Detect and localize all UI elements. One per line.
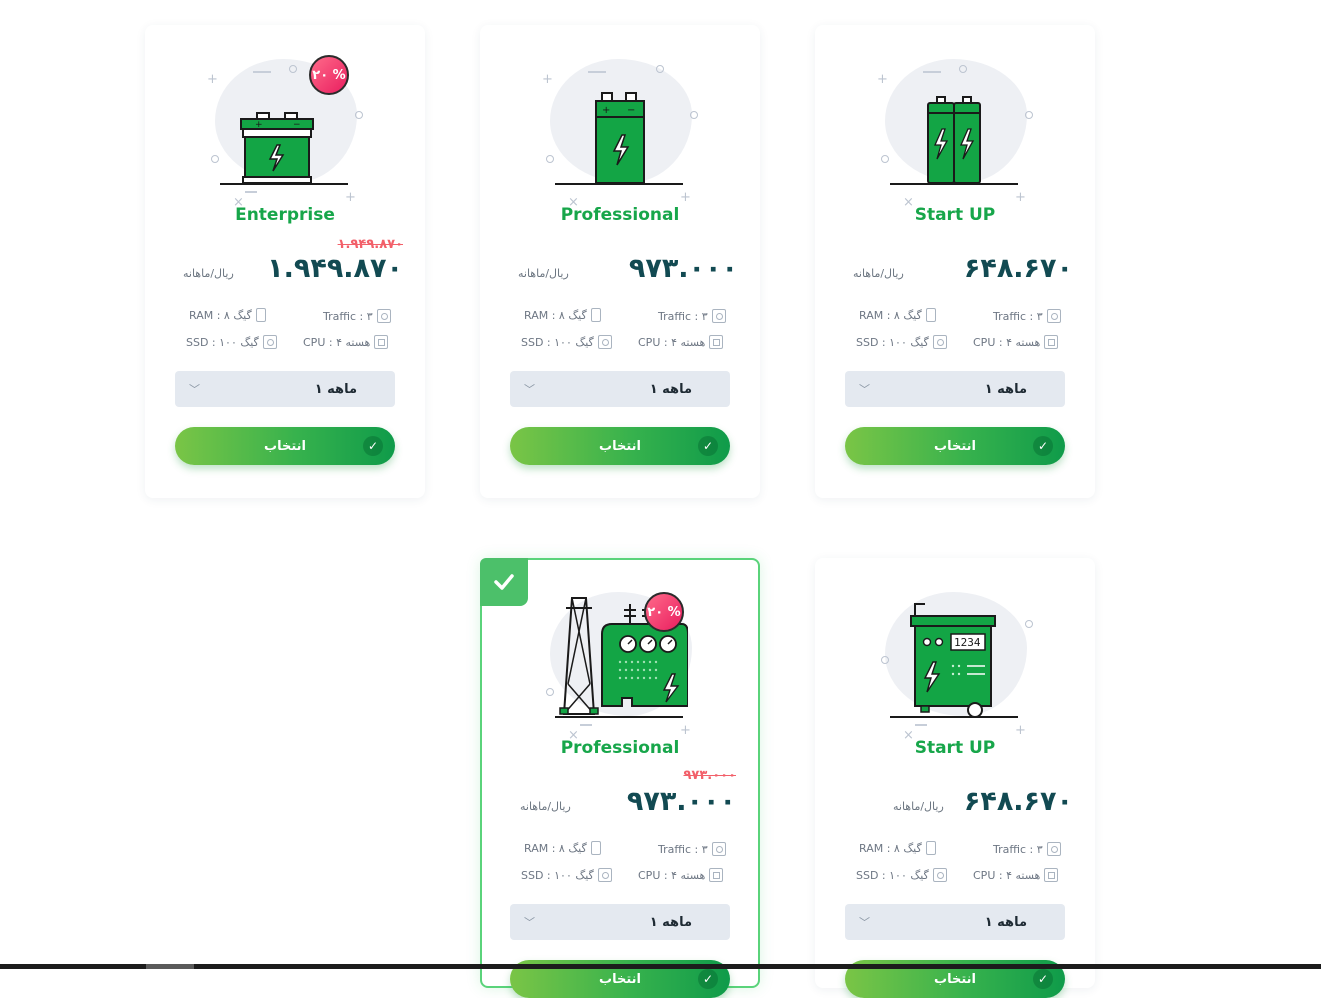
spec-ssd: SSD : گیگ ۱۰۰ <box>856 335 947 349</box>
ram-icon <box>255 308 266 322</box>
ram-icon <box>925 841 936 855</box>
chevron-down-icon: ﹀ <box>524 916 535 929</box>
ssd-icon <box>932 335 947 349</box>
selected-check-icon <box>480 558 528 606</box>
battery-illustration: + × + + − <box>540 51 700 209</box>
chevron-down-icon: ﹀ <box>189 383 200 396</box>
price: ۹۷۳.۰۰۰ <box>628 253 738 284</box>
check-icon: ✓ <box>698 969 718 989</box>
double-battery-illustration: + × + <box>875 51 1035 209</box>
plan-title: Start UP <box>914 205 996 225</box>
plan-title: Professional <box>560 205 680 225</box>
svg-text:+: + <box>602 105 610 116</box>
spec-ssd: SSD : گیگ ۱۰۰ <box>856 868 947 882</box>
period-select[interactable]: ﹀ ماهه ۱ <box>845 904 1065 940</box>
ram-icon <box>925 308 936 322</box>
cpu-icon <box>709 868 724 882</box>
plan-card-professional[interactable]: + × + + − Professional ۹۷۳.۰۰۰ ریال/ماها… <box>480 25 760 498</box>
spec-ssd: SSD : گیگ ۱۰۰ <box>521 868 612 882</box>
generator-display: 1234 <box>954 636 981 649</box>
car-battery-icon: + − <box>240 112 314 184</box>
hdd-icon <box>1046 309 1061 323</box>
select-plan-button[interactable]: انتخاب ✓ <box>175 427 395 465</box>
taskbar-strip <box>0 964 1321 969</box>
period-select[interactable]: ﹀ ماهه ۱ <box>175 371 395 407</box>
plan-card-enterprise[interactable]: + × + + − ۲۰ % Enterprise ۱.۹۴۹.۸۷۰ ۱.۹۴… <box>145 25 425 498</box>
period-select[interactable]: ﹀ ماهه ۱ <box>510 904 730 940</box>
ssd-icon <box>932 868 947 882</box>
ram-icon <box>590 841 601 855</box>
hdd-icon <box>376 309 391 323</box>
car-battery-illustration: + × + + − ۲۰ % <box>205 51 365 209</box>
cpu-icon <box>709 335 724 349</box>
spec-cpu: CPU : هسته ۴ <box>973 868 1059 882</box>
spec-ram: RAM : گیگ ۸ <box>524 308 601 322</box>
price: ۱.۹۴۹.۸۷۰ <box>267 253 403 284</box>
old-price: ۱.۹۴۹.۸۷۰ <box>337 237 403 252</box>
price-unit: ریال/ماهانه <box>520 800 571 813</box>
plan-title: Enterprise <box>235 205 335 225</box>
spec-ram: RAM : گیگ ۸ <box>524 841 601 855</box>
spec-ram: RAM : گیگ ۸ <box>189 308 266 322</box>
spec-ssd: SSD : گیگ ۱۰۰ <box>186 335 277 349</box>
svg-text:+: + <box>255 120 263 130</box>
price-unit: ریال/ماهانه <box>518 267 569 280</box>
spec-traffic: Traffic : ۳ <box>658 309 726 323</box>
battery-icon: + − <box>595 92 645 184</box>
power-station-illustration: × + ۲۰ % <box>540 584 700 742</box>
price-unit: ریال/ماهانه <box>893 800 944 813</box>
spec-cpu: CPU : هسته ۴ <box>638 335 724 349</box>
hdd-icon <box>711 309 726 323</box>
ssd-icon <box>597 335 612 349</box>
ram-icon <box>590 308 601 322</box>
generator-illustration: × + 1234 <box>875 584 1035 742</box>
spec-traffic: Traffic : ۳ <box>658 842 726 856</box>
hdd-icon <box>1046 842 1061 856</box>
spec-ram: RAM : گیگ ۸ <box>859 841 936 855</box>
chevron-down-icon: ﹀ <box>859 916 870 929</box>
spec-cpu: CPU : هسته ۴ <box>303 335 389 349</box>
spec-traffic: Traffic : ۳ <box>993 309 1061 323</box>
price: ۹۷۳.۰۰۰ <box>626 786 736 817</box>
select-plan-button[interactable]: انتخاب ✓ <box>845 427 1065 465</box>
discount-badge: ۲۰ % <box>644 592 684 632</box>
select-plan-button[interactable]: انتخاب ✓ <box>510 427 730 465</box>
plan-card-startup-generator[interactable]: × + 1234 Start UP ۶۴۸.۶۷۰ ریال/ماهانه Tr… <box>815 558 1095 998</box>
check-icon: ✓ <box>698 436 718 456</box>
ssd-icon <box>597 868 612 882</box>
cpu-icon <box>1044 868 1059 882</box>
discount-badge: ۲۰ % <box>309 55 349 95</box>
price-unit: ریال/ماهانه <box>853 267 904 280</box>
spec-cpu: CPU : هسته ۴ <box>638 868 724 882</box>
plan-title: Professional <box>560 738 680 758</box>
ssd-icon <box>262 335 277 349</box>
svg-text:−: − <box>627 105 635 116</box>
spec-ssd: SSD : گیگ ۱۰۰ <box>521 335 612 349</box>
spec-traffic: Traffic : ۳ <box>323 309 391 323</box>
cpu-icon <box>374 335 389 349</box>
period-select[interactable]: ﹀ ماهه ۱ <box>510 371 730 407</box>
period-select[interactable]: ﹀ ماهه ۱ <box>845 371 1065 407</box>
price-unit: ریال/ماهانه <box>183 267 234 280</box>
double-battery-icon <box>927 96 981 184</box>
check-icon: ✓ <box>1033 436 1053 456</box>
plan-card-startup[interactable]: + × + Start UP ۶۴۸.۶۷۰ ریال/ماهانه Traff… <box>815 25 1095 498</box>
spec-cpu: CPU : هسته ۴ <box>973 335 1059 349</box>
price: ۶۴۸.۶۷۰ <box>963 786 1073 817</box>
plan-title: Start UP <box>914 738 996 758</box>
hdd-icon <box>711 842 726 856</box>
spec-traffic: Traffic : ۳ <box>993 842 1061 856</box>
plan-card-professional-selected[interactable]: × + ۲۰ % Professional ۹۷۳.۰۰۰ ۹۷۳.۰۰۰ ری… <box>480 558 760 998</box>
check-icon: ✓ <box>1033 969 1053 989</box>
check-icon: ✓ <box>363 436 383 456</box>
generator-icon: 1234 <box>910 603 996 718</box>
cpu-icon <box>1044 335 1059 349</box>
spec-ram: RAM : گیگ ۸ <box>859 308 936 322</box>
price: ۶۴۸.۶۷۰ <box>963 253 1073 284</box>
chevron-down-icon: ﹀ <box>859 383 870 396</box>
svg-text:−: − <box>293 120 301 130</box>
old-price: ۹۷۳.۰۰۰ <box>683 768 736 783</box>
chevron-down-icon: ﹀ <box>524 383 535 396</box>
taskbar-segment <box>146 964 194 969</box>
